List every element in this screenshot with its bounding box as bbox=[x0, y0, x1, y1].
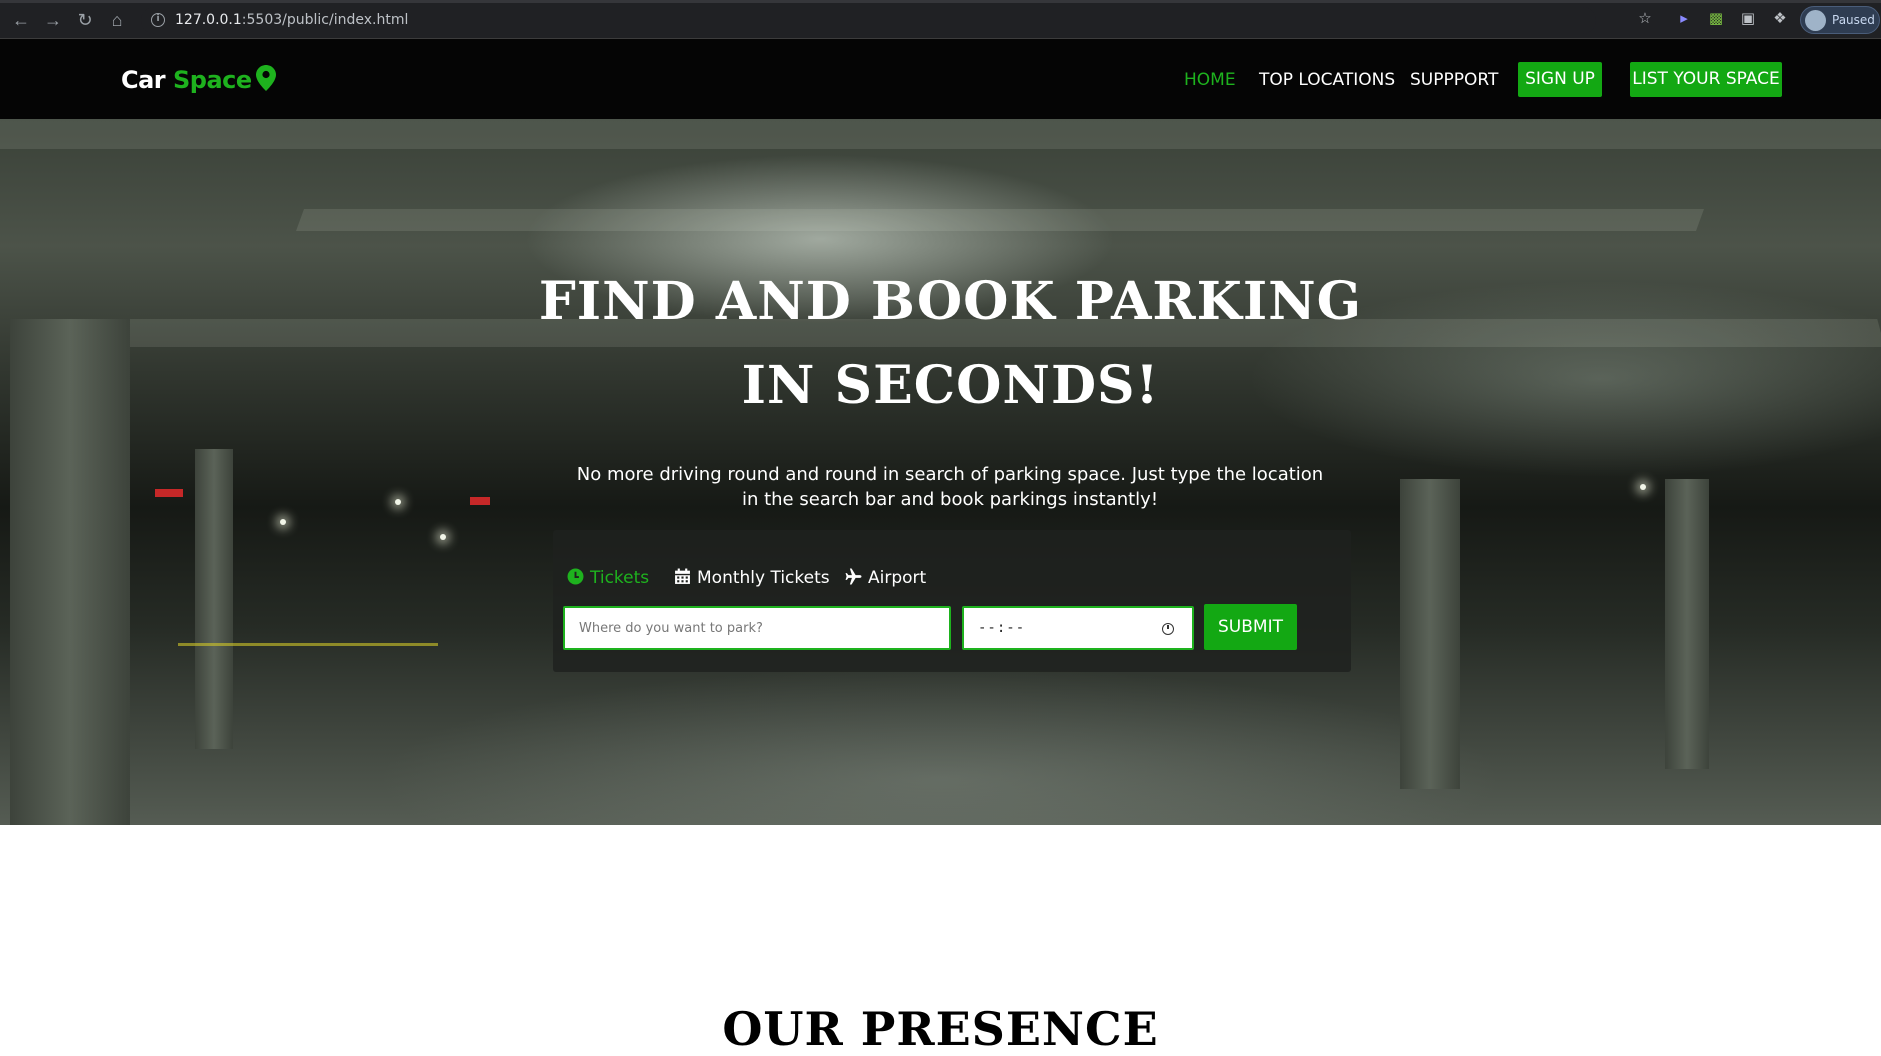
brand-logo[interactable]: Car Space bbox=[121, 65, 276, 94]
street-light bbox=[1640, 484, 1646, 490]
street-light bbox=[280, 519, 286, 525]
street-light bbox=[440, 534, 446, 540]
extension-cast-icon[interactable]: ▣ bbox=[1738, 9, 1758, 29]
ceiling-beam bbox=[0, 119, 1881, 149]
tab-monthly-tickets[interactable]: Monthly Tickets bbox=[674, 568, 830, 588]
ceiling-beam bbox=[295, 209, 1705, 231]
clock-icon[interactable] bbox=[1162, 623, 1174, 635]
avatar bbox=[1805, 10, 1826, 31]
map-pin-icon bbox=[255, 65, 276, 91]
back-arrow-icon[interactable]: ← bbox=[9, 8, 33, 32]
concrete-pillar bbox=[10, 319, 130, 825]
extension-green-icon[interactable]: ▩ bbox=[1706, 9, 1726, 29]
tab-tickets[interactable]: Tickets bbox=[567, 568, 649, 588]
forward-arrow-icon[interactable]: → bbox=[41, 8, 65, 32]
time-input[interactable]: --:-- bbox=[962, 606, 1194, 650]
hero-title-line-1: Find and Book Parking bbox=[538, 271, 1363, 332]
red-sign bbox=[155, 489, 183, 497]
star-icon[interactable]: ☆ bbox=[1635, 9, 1655, 29]
concrete-pillar bbox=[1665, 479, 1709, 769]
clock-icon bbox=[567, 568, 584, 585]
info-icon[interactable]: i bbox=[151, 13, 165, 27]
location-search-input[interactable] bbox=[563, 606, 951, 650]
submit-button[interactable]: SUBMIT bbox=[1204, 604, 1297, 650]
nav-support[interactable]: SUPPPORT bbox=[1410, 70, 1498, 90]
site-navbar: Car Space HOME TOP LOCATIONS SUPPPORT SI… bbox=[0, 39, 1881, 119]
home-icon[interactable]: ⌂ bbox=[105, 8, 129, 32]
floor-marking bbox=[178, 643, 438, 646]
puzzle-icon[interactable]: ❖ bbox=[1770, 9, 1790, 29]
hero-subtitle: No more driving round and round in searc… bbox=[576, 464, 1324, 510]
search-panel: Tickets Monthly Tickets Airport --:-- SU… bbox=[553, 530, 1351, 672]
nav-home[interactable]: HOME bbox=[1184, 70, 1236, 90]
reload-icon[interactable]: ↻ bbox=[73, 8, 97, 32]
nav-top-locations[interactable]: TOP LOCATIONS bbox=[1259, 70, 1395, 90]
list-your-space-button[interactable]: LIST YOUR SPACE bbox=[1630, 62, 1782, 97]
profile-button[interactable]: Paused bbox=[1800, 6, 1880, 34]
extension-play-icon[interactable]: ▸ bbox=[1674, 9, 1694, 29]
hero-title-line-2: in seconds! bbox=[741, 355, 1160, 416]
brand-word-car: Car bbox=[121, 66, 166, 94]
sign-up-button[interactable]: SIGN UP bbox=[1518, 62, 1602, 97]
tab-monthly-tickets-label: Monthly Tickets bbox=[697, 568, 830, 588]
tab-tickets-label: Tickets bbox=[590, 568, 650, 588]
tab-strip-edge bbox=[0, 0, 1881, 3]
concrete-pillar bbox=[195, 449, 233, 749]
browser-toolbar: ← → ↻ ⌂ i 127.0.0.1:5503/public/index.ht… bbox=[0, 0, 1881, 39]
tab-airport[interactable]: Airport bbox=[845, 568, 926, 588]
tab-airport-label: Airport bbox=[868, 568, 927, 588]
plane-icon bbox=[845, 568, 862, 585]
brand-word-space: Space bbox=[173, 66, 252, 94]
concrete-pillar bbox=[1400, 479, 1460, 789]
address-bar[interactable]: i 127.0.0.1:5503/public/index.html bbox=[141, 7, 1596, 34]
red-sign bbox=[470, 497, 490, 505]
profile-status: Paused bbox=[1832, 13, 1875, 27]
url-text[interactable]: 127.0.0.1:5503/public/index.html bbox=[175, 12, 408, 28]
time-value: --:-- bbox=[978, 620, 1026, 636]
calendar-icon bbox=[675, 568, 690, 584]
street-light bbox=[395, 499, 401, 505]
